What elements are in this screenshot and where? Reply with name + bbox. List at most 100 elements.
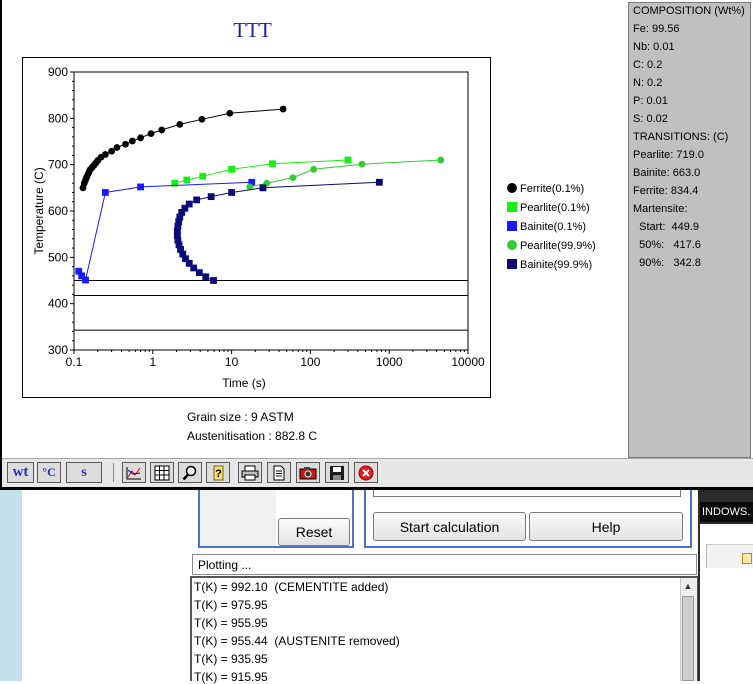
camera-icon xyxy=(299,466,317,479)
grid-button[interactable] xyxy=(150,462,174,483)
x-tick-label: 1000 xyxy=(376,355,403,369)
data-point xyxy=(375,178,383,186)
composition-line: C: 0.2 xyxy=(633,59,663,71)
left-white-area xyxy=(22,490,190,681)
composition-line: 50%: 417.6 xyxy=(633,239,701,251)
data-point xyxy=(158,126,166,134)
x-tick-label: 0.1 xyxy=(66,355,83,369)
weight-percent-label: wt xyxy=(12,464,29,480)
data-point xyxy=(137,134,144,142)
left-side-panel xyxy=(0,490,22,681)
legend-label: Pearlite(99.9%) xyxy=(520,240,596,252)
copy-page-button[interactable] xyxy=(267,462,291,483)
composition-line: Bainite: 663.0 xyxy=(633,167,701,179)
y-tick-label: 600 xyxy=(48,204,68,218)
log-line: T(K) = 955.95 xyxy=(194,616,268,630)
composition-line: Martensite: xyxy=(633,203,688,215)
plot-area xyxy=(73,71,469,351)
austenitisation-label: Austenitisation : 882.8 C xyxy=(187,429,318,443)
legend-marker xyxy=(507,202,517,212)
camera-button[interactable] xyxy=(296,462,320,483)
seconds-label: s xyxy=(81,464,87,480)
data-point xyxy=(82,276,89,284)
log-line: T(K) = 975.95 xyxy=(194,598,268,612)
help-tool-button[interactable]: ? xyxy=(206,462,230,483)
composition-line: Start: 449.9 xyxy=(633,221,700,233)
data-point xyxy=(183,176,191,184)
data-point xyxy=(437,156,445,164)
data-point xyxy=(228,165,235,173)
y-tick-label: 900 xyxy=(48,65,68,79)
data-point xyxy=(289,174,297,182)
data-point xyxy=(137,183,144,191)
help-icon: ? xyxy=(213,465,224,480)
data-point xyxy=(269,160,276,168)
y-tick-label: 800 xyxy=(48,111,68,125)
close-icon xyxy=(358,465,374,480)
chart-style-button[interactable] xyxy=(122,462,146,483)
legend-marker xyxy=(507,259,517,269)
x-tick-label: 10 xyxy=(225,355,239,369)
composition-line: N: 0.2 xyxy=(633,77,663,89)
start-calculation-button[interactable]: Start calculation xyxy=(373,512,526,541)
seconds-button[interactable]: s xyxy=(66,462,102,483)
data-point xyxy=(344,156,352,164)
help-button[interactable]: Help xyxy=(529,512,683,541)
right-window-tab[interactable]: INDOWS. xyxy=(700,502,753,522)
data-point xyxy=(122,140,129,148)
y-tick-label: 400 xyxy=(48,297,68,311)
data-point xyxy=(279,105,287,113)
data-point xyxy=(259,184,267,192)
legend-marker xyxy=(507,240,517,250)
legend-label: Pearlite(0.1%) xyxy=(520,202,590,214)
data-point xyxy=(198,115,206,123)
celsius-label: °C xyxy=(42,465,56,479)
data-point xyxy=(101,189,109,196)
legend-label: Bainite(0.1%) xyxy=(520,221,586,233)
data-point xyxy=(228,189,235,196)
grid-icon xyxy=(154,465,170,480)
save-button[interactable] xyxy=(325,462,349,483)
x-tick-label: 1 xyxy=(149,355,156,369)
toolbar-separator xyxy=(113,463,114,482)
composition-line: Ferrite: 834.4 xyxy=(633,185,699,197)
data-point xyxy=(202,273,210,281)
close-chart-button[interactable] xyxy=(354,462,378,483)
data-point xyxy=(199,172,207,180)
data-point xyxy=(176,120,184,128)
legend-marker xyxy=(507,221,517,231)
data-point xyxy=(101,151,109,158)
scroll-up-arrow-icon[interactable]: ▲ xyxy=(680,578,696,594)
ttt-chart: 3004005006007008009000.1 1 10 100 1000 10000T… xyxy=(32,65,596,390)
reset-button[interactable]: Reset xyxy=(278,518,350,546)
print-button[interactable] xyxy=(238,462,262,483)
status-line: Plotting ... xyxy=(192,554,697,575)
data-point xyxy=(147,130,155,138)
x-axis-label: Time (s) xyxy=(222,376,266,390)
composition-line: P: 0.01 xyxy=(633,95,668,107)
legend-label: Ferrite(0.1%) xyxy=(520,183,584,195)
log-line: T(K) = 915.95 xyxy=(194,670,268,684)
log-line: T(K) = 935.95 xyxy=(194,652,268,666)
data-point xyxy=(128,137,136,145)
y-axis-label: Temperature (C) xyxy=(32,167,46,254)
zoom-icon xyxy=(182,465,197,480)
print-icon xyxy=(241,465,259,480)
grain-size-label: Grain size : 9 ASTM xyxy=(187,410,294,424)
svg-text:?: ? xyxy=(215,468,222,480)
copy-page-icon xyxy=(273,465,285,480)
zoom-button[interactable] xyxy=(178,462,202,483)
log-scrollbar-thumb[interactable] xyxy=(682,596,694,681)
log-line: T(K) = 955.44 (AUSTENITE removed) xyxy=(194,634,400,648)
data-point xyxy=(185,200,193,208)
data-point xyxy=(113,144,121,151)
data-point xyxy=(310,165,318,173)
composition-line: Nb: 0.01 xyxy=(633,41,675,53)
weight-percent-button[interactable]: wt xyxy=(7,462,34,483)
composition-line: Pearlite: 719.0 xyxy=(633,149,704,161)
composition-line: Fe: 99.56 xyxy=(633,23,680,35)
data-point xyxy=(207,193,215,201)
folder-icon[interactable] xyxy=(742,553,752,564)
legend-marker xyxy=(507,183,517,193)
celsius-button[interactable]: °C xyxy=(37,462,61,483)
